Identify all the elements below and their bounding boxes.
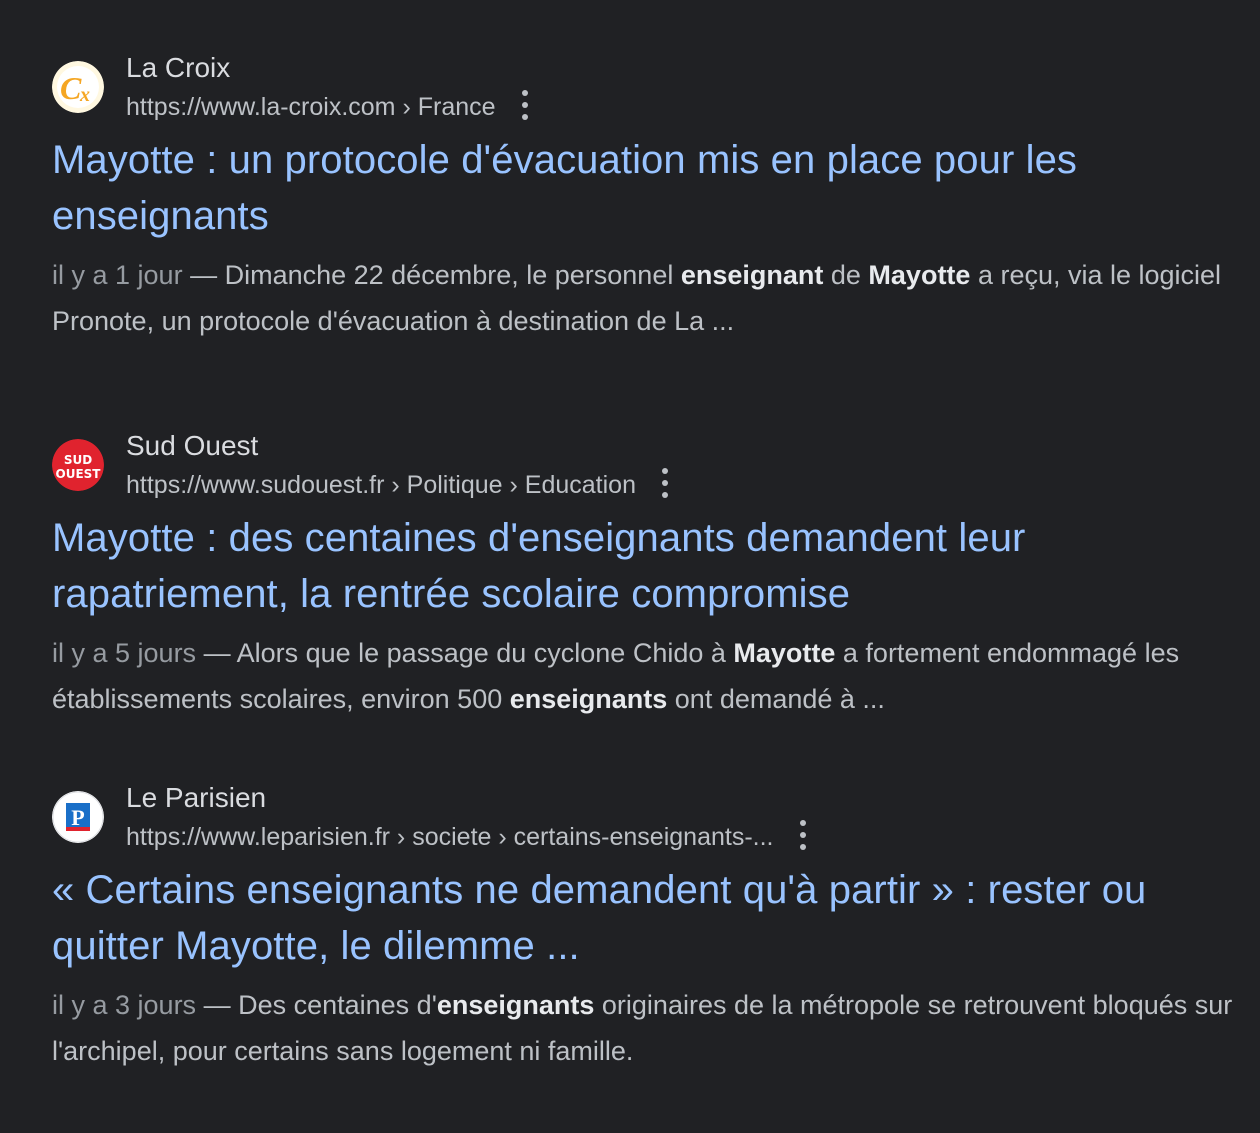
- le-parisien-logo-letter: P: [71, 805, 84, 830]
- sud-ouest-logo-line2: OUEST: [56, 467, 102, 481]
- search-result: C x La Croix https://www.la-croix.com › …: [52, 50, 1252, 344]
- result-url: https://www.sudouest.fr › Politique › Ed…: [126, 471, 636, 499]
- snippet-highlight: enseignants: [436, 990, 595, 1020]
- result-source[interactable]: P Le Parisien https://www.leparisien.fr …: [52, 780, 1252, 860]
- result-snippet: il y a 3 jours — Des centaines d'enseign…: [52, 982, 1252, 1074]
- snippet-separator: —: [182, 260, 225, 290]
- result-date: il y a 1 jour: [52, 260, 183, 290]
- snippet-separator: —: [196, 638, 237, 668]
- snippet-highlight: Mayotte: [733, 638, 836, 668]
- result-title-link[interactable]: Mayotte : des centaines d'enseignants de…: [52, 510, 1252, 622]
- snippet-highlight: enseignant: [680, 260, 824, 290]
- url-line: https://www.leparisien.fr › societe › ce…: [126, 820, 808, 854]
- result-title-link[interactable]: Mayotte : un protocole d'évacuation mis …: [52, 132, 1252, 244]
- result-date: il y a 3 jours: [52, 990, 197, 1020]
- snippet-text: Des centaines d': [238, 990, 437, 1020]
- search-result: SUD OUEST Sud Ouest https://www.sudouest…: [52, 428, 1252, 722]
- search-result: P Le Parisien https://www.leparisien.fr …: [52, 780, 1252, 1074]
- snippet-text: de: [823, 260, 869, 290]
- snippet-text: ont demandé à ...: [667, 684, 885, 714]
- site-name: Sud Ouest: [126, 430, 259, 461]
- sud-ouest-logo-line1: SUD: [64, 453, 92, 467]
- le-parisien-favicon-icon: P: [52, 791, 104, 843]
- result-date: il y a 5 jours: [52, 638, 197, 668]
- site-name: Le Parisien: [126, 782, 267, 813]
- snippet-separator: —: [196, 990, 239, 1020]
- snippet-text: Alors que le passage du cyclone Chido à: [236, 638, 734, 668]
- result-snippet: il y a 1 jour — Dimanche 22 décembre, le…: [52, 252, 1252, 344]
- svg-text:x: x: [79, 84, 90, 106]
- result-source[interactable]: C x La Croix https://www.la-croix.com › …: [52, 50, 1252, 130]
- more-vert-icon[interactable]: [660, 468, 670, 499]
- url-line: https://www.sudouest.fr › Politique › Ed…: [126, 468, 670, 502]
- result-url: https://www.leparisien.fr › societe › ce…: [126, 823, 774, 851]
- result-source[interactable]: SUD OUEST Sud Ouest https://www.sudouest…: [52, 428, 1252, 508]
- snippet-highlight: Mayotte: [868, 260, 971, 290]
- result-title-link[interactable]: « Certains enseignants ne demandent qu'à…: [52, 862, 1252, 974]
- more-vert-icon[interactable]: [520, 90, 530, 121]
- result-snippet: il y a 5 jours — Alors que le passage du…: [52, 630, 1252, 722]
- svg-text:C: C: [60, 70, 82, 106]
- result-url: https://www.la-croix.com › France: [126, 93, 496, 121]
- la-croix-favicon-icon: C x: [52, 61, 104, 113]
- sud-ouest-favicon-icon: SUD OUEST: [52, 439, 104, 491]
- snippet-text: Dimanche 22 décembre, le personnel: [224, 260, 681, 290]
- url-line: https://www.la-croix.com › France: [126, 90, 530, 124]
- more-vert-icon[interactable]: [798, 820, 808, 851]
- site-name: La Croix: [126, 52, 231, 83]
- snippet-highlight: enseignants: [509, 684, 668, 714]
